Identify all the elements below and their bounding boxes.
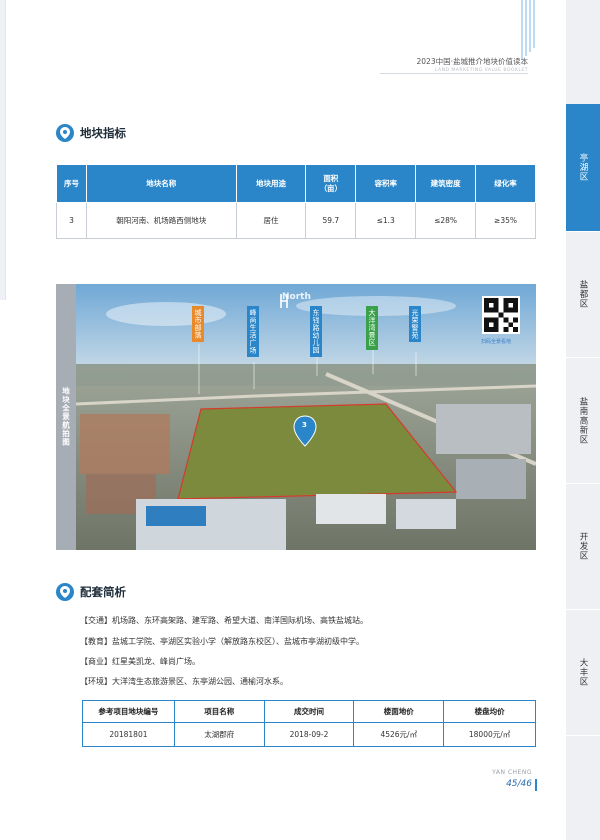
tab-dafeng[interactable]: 大丰区 [566, 610, 600, 736]
qr-code[interactable] [482, 296, 520, 334]
tab-label: 开发区 [578, 532, 588, 561]
tab-kaifa[interactable]: 开发区 [566, 484, 600, 610]
north-label: North [282, 292, 311, 302]
tab-label: 盐南高新区 [578, 396, 588, 445]
table-row: 20181801 太湖郡府 2018-09-2 4526元/㎡ 18000元/㎡ [82, 722, 536, 747]
section-title: 配套简析 [80, 585, 126, 599]
header-stripes [521, 0, 535, 60]
amenity-environment: 【环境】大洋湾生态旅游景区、东亭湖公园、通榆河水系。 [80, 677, 288, 686]
header-cell: 绿化率 [475, 164, 536, 203]
poi-text: 城市部落 [194, 309, 202, 339]
aerial-photo-illustration [76, 284, 536, 550]
poi-label: 东钱路幼儿园 [310, 306, 322, 357]
header-cell: 楼盘均价 [443, 700, 536, 723]
reference-table: 参考项目地块编号 项目名称 成交时间 楼面地价 楼盘均价 20181801 太湖… [82, 700, 536, 747]
table-cell: ≤28% [415, 202, 477, 239]
tab-label: 亭湖区 [578, 153, 588, 182]
poi-text: 光荣警苑 [411, 309, 419, 339]
photo-side-label: 地块全景航拍图 [61, 387, 71, 447]
table-header-row: 序号 地块名称 地块用途 面积 （亩） 容积率 建筑密度 绿化率 [56, 164, 536, 203]
header-cell: 面积 （亩） [305, 164, 357, 203]
tab-label: 大丰区 [578, 658, 588, 687]
tab-tinghu[interactable]: 亭湖区 [566, 104, 600, 232]
left-page-edge [0, 0, 6, 300]
table-cell: 居住 [235, 202, 307, 239]
header-cell: 容积率 [355, 164, 417, 203]
table-cell: 4526元/㎡ [353, 722, 445, 747]
table-row: 3 朝阳河南、机场路西侧地块 居住 59.7 ≤1.3 ≤28% ≥35% [56, 202, 536, 239]
header-subtitle: LAND MARKETING VALUE BOOKLET [434, 68, 528, 73]
indicators-table: 序号 地块名称 地块用途 面积 （亩） 容积率 建筑密度 绿化率 3 朝阳河南、… [56, 164, 536, 239]
table-cell: 18000元/㎡ [443, 722, 536, 747]
amenities-heading: 配套简析 [56, 583, 126, 601]
table-cell: 朝阳河南、机场路西侧地块 [85, 202, 237, 239]
footer-accent-bar [535, 779, 537, 791]
page-number: 45/46 [506, 779, 532, 789]
header-cell: 序号 [56, 164, 87, 203]
table-cell: 3 [56, 202, 87, 239]
table-cell: 太湖郡府 [173, 722, 265, 747]
tab-yandu[interactable]: 盐都区 [566, 232, 600, 358]
header-cell: 成交时间 [263, 700, 355, 723]
table-cell: ≥35% [475, 202, 536, 239]
tab-yannan[interactable]: 盐南高新区 [566, 358, 600, 484]
amenity-transport: 【交通】机场路、东环高架路、建军路、希望大道、南洋国际机场、高铁盐城站。 [80, 616, 368, 625]
qr-caption: 扫码全景看地 [481, 339, 512, 345]
aerial-photo-block: 地块全景航拍图 North 城市部落 峰尚生活广场 东钱路幼儿园 大洋湾景区 光… [56, 284, 536, 550]
poi-label: 峰尚生活广场 [247, 306, 259, 357]
header-divider [380, 73, 528, 74]
plot-marker-label: 3 [302, 421, 307, 429]
table-header-row: 参考项目地块编号 项目名称 成交时间 楼面地价 楼盘均价 [82, 700, 536, 723]
poi-label: 大洋湾景区 [366, 306, 378, 350]
aerial-photo: North 城市部落 峰尚生活广场 东钱路幼儿园 大洋湾景区 光荣警苑 3 扫码… [76, 284, 536, 550]
qr-code-icon [484, 298, 518, 332]
table-cell: 20181801 [82, 722, 175, 747]
header-cell: 参考项目地块编号 [82, 700, 175, 723]
poi-text: 大洋湾景区 [368, 309, 376, 347]
footer-brand: YAN CHENG [492, 769, 532, 776]
table-cell: ≤1.3 [355, 202, 417, 239]
header-cell: 地块名称 [85, 164, 237, 203]
header-title: 2023中国·盐城推介地块价值读本 [416, 57, 528, 66]
header-cell: 建筑密度 [415, 164, 477, 203]
poi-label: 光荣警苑 [409, 306, 421, 342]
location-pin-icon [56, 124, 74, 142]
header-cell: 地块用途 [235, 164, 307, 203]
poi-text: 东钱路幼儿园 [312, 309, 320, 354]
section-title: 地块指标 [80, 126, 126, 140]
header-cell: 项目名称 [173, 700, 265, 723]
district-tabs: 亭湖区 盐都区 盐南高新区 开发区 大丰区 [566, 0, 600, 840]
table-cell: 59.7 [305, 202, 357, 239]
table-cell: 2018-09-2 [263, 722, 355, 747]
header-cell: 楼面地价 [353, 700, 445, 723]
amenity-education: 【教育】盐城工学院、亭湖区实验小学（解放路东校区）、盐城市亭湖初级中学。 [80, 637, 364, 646]
tab-label: 盐都区 [578, 280, 588, 309]
indicators-heading: 地块指标 [56, 124, 126, 142]
photo-side-strip: 地块全景航拍图 [56, 284, 76, 550]
amenity-commerce: 【商业】红星美凯龙、峰尚广场。 [80, 657, 200, 666]
poi-label: 城市部落 [192, 306, 204, 342]
location-pin-icon [56, 583, 74, 601]
poi-text: 峰尚生活广场 [249, 309, 257, 354]
